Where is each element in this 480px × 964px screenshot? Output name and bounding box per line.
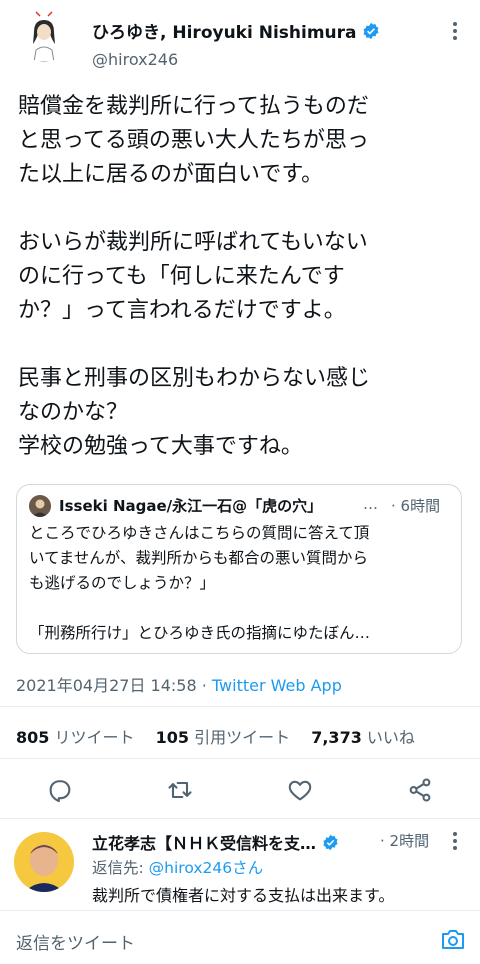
- likes-stat[interactable]: 7,373 いいね: [311, 728, 415, 747]
- reply-author-text: 立花孝志【ＮＨＫ受信料を支…: [92, 834, 317, 853]
- quote-author-ellipsis: …: [363, 495, 378, 513]
- retweet-icon[interactable]: [166, 776, 194, 804]
- reply-input-placeholder[interactable]: 返信をツイート: [16, 929, 135, 954]
- divider: [0, 706, 480, 707]
- author-avatar[interactable]: [18, 10, 70, 62]
- reply-author-avatar[interactable]: [14, 832, 74, 892]
- reply-more-options-icon[interactable]: [448, 830, 462, 852]
- replying-to-mention[interactable]: @hirox246さん: [149, 859, 263, 877]
- retweets-stat[interactable]: 805 リツイート: [16, 728, 135, 747]
- more-options-icon[interactable]: [448, 20, 462, 42]
- reply-icon[interactable]: [46, 776, 74, 804]
- replying-to: 返信先: @hirox246さん: [92, 856, 263, 878]
- verified-icon: [362, 22, 380, 40]
- quoted-tweet[interactable]: Isseki Nagae/永江一石@「虎の穴」 … · 6時間 ところでひろゆき…: [16, 484, 462, 654]
- replying-label: 返信先:: [92, 859, 149, 877]
- quote-time: · 6時間: [391, 497, 441, 515]
- camera-icon[interactable]: [440, 927, 466, 951]
- reply-text: 裁判所で債権者に対する支払は出来ます。: [92, 886, 395, 905]
- like-icon[interactable]: [286, 776, 314, 804]
- quote-author-name: Isseki Nagae/永江一石@「虎の穴」: [59, 497, 323, 515]
- likes-count: 7,373: [311, 728, 362, 747]
- quotes-label: 引用ツイート: [194, 728, 291, 747]
- tweet-text: 賠償金を裁判所に行って払うものだ と思ってる頭の悪い大人たちが思っ た以上に居る…: [18, 90, 468, 498]
- quotes-stat[interactable]: 105 引用ツイート: [156, 728, 291, 747]
- divider: [0, 758, 480, 759]
- tweet-paragraph: 賠償金を裁判所に行って払うものだ と思ってる頭の悪い大人たちが思っ た以上に居る…: [18, 94, 369, 187]
- reply-compose-bar[interactable]: 返信をツイート: [0, 910, 480, 964]
- reply-time: · 2時間: [380, 832, 430, 850]
- tweet-paragraph: おいらが裁判所に呼ばれてもいない のに行っても「何しに来たんです か？」って言わ…: [18, 230, 368, 323]
- author-handle[interactable]: @hirox246: [92, 50, 178, 69]
- retweets-count: 805: [16, 728, 50, 747]
- tweet-stats: 805 リツイート 105 引用ツイート 7,373 いいね: [16, 724, 415, 748]
- likes-label: いいね: [366, 728, 415, 747]
- share-icon[interactable]: [406, 776, 434, 804]
- quote-author-avatar: [29, 495, 51, 517]
- tweet-timestamp: 2021年04月27日 14:58 · Twitter Web App: [16, 672, 342, 696]
- tweet-source-link[interactable]: Twitter Web App: [212, 676, 342, 695]
- author-name-text: ひろゆき, Hiroyuki Nishimura: [92, 23, 357, 43]
- reply-author-name[interactable]: 立花孝志【ＮＨＫ受信料を支…: [92, 830, 339, 854]
- quote-text-continued: 「刑務所行け」とひろゆき氏の指摘にゆたぼん…: [29, 624, 371, 642]
- author-name[interactable]: ひろゆき, Hiroyuki Nishimura: [92, 18, 380, 43]
- timestamp-text: 2021年04月27日 14:58 ·: [16, 676, 212, 695]
- verified-icon: [322, 834, 339, 851]
- retweets-label: リツイート: [54, 728, 135, 747]
- quotes-count: 105: [155, 728, 190, 747]
- divider: [0, 818, 480, 819]
- tweet-paragraph: 民事と刑事の区別もわからない感じ なのかな？ 学校の勉強って大事ですね。: [18, 366, 371, 459]
- quote-text: ところでひろゆきさんはこちらの質問に答えて頂 いてませんが、裁判所からも都合の悪…: [29, 524, 370, 592]
